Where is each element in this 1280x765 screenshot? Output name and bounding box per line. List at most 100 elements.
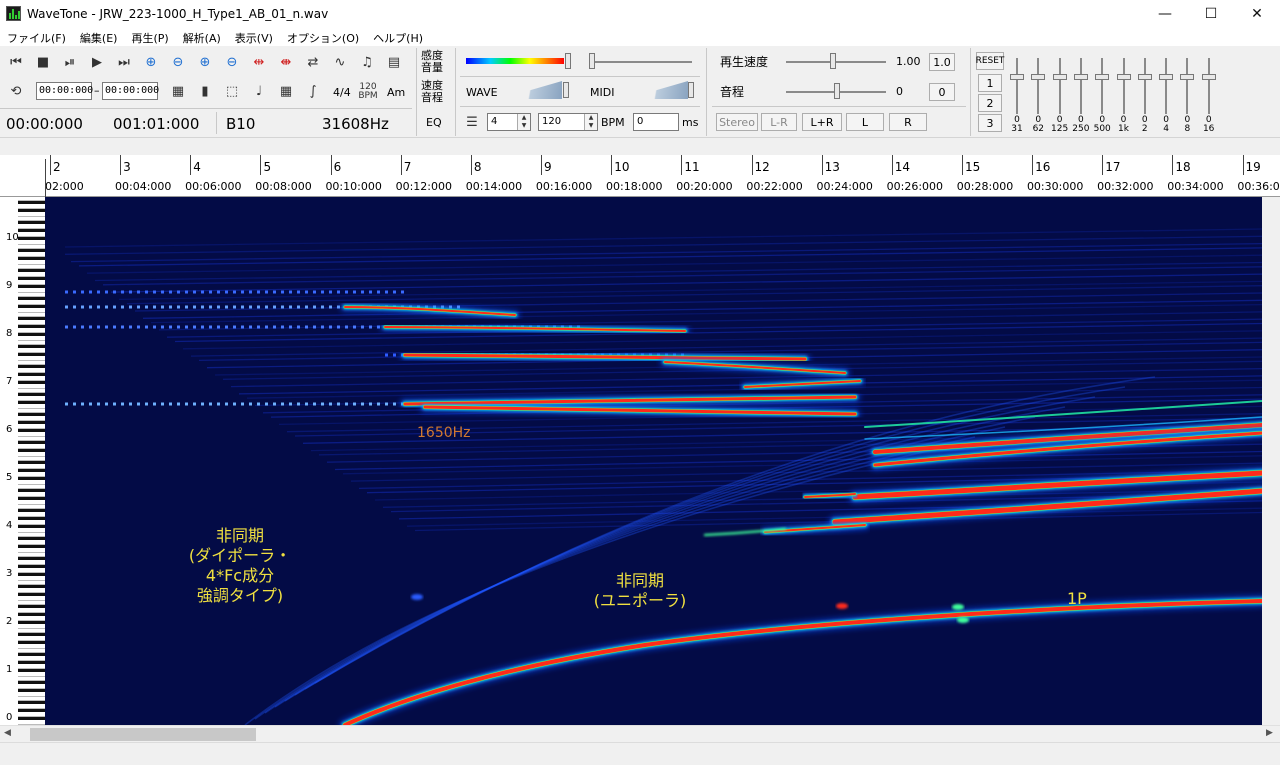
window-title: WaveTone - JRW_223-1000_H_Type1_AB_01_n.… bbox=[27, 7, 329, 21]
pitch-value: 0 bbox=[896, 85, 903, 98]
eq-slider-8[interactable] bbox=[1180, 54, 1195, 116]
vertical-scrollbar[interactable] bbox=[1262, 197, 1280, 725]
sensitivity-thumb[interactable] bbox=[565, 53, 571, 69]
ruler-tick bbox=[1032, 155, 1034, 175]
eq-slider-1k[interactable] bbox=[1116, 54, 1131, 116]
one-p-label: 1P bbox=[1067, 589, 1087, 608]
pitch-reset-button[interactable]: 0 bbox=[929, 83, 955, 101]
zoom-out-horizontal-icon[interactable]: ⊖ bbox=[167, 52, 189, 72]
wave-level-thumb[interactable] bbox=[563, 82, 569, 98]
ruler-measure-number: 18 bbox=[1175, 160, 1191, 174]
zoom-out-vertical-icon[interactable]: ⊖ bbox=[221, 52, 243, 72]
volume-thumb[interactable] bbox=[589, 53, 595, 69]
right-channel-button[interactable]: R bbox=[889, 113, 927, 131]
play-icon[interactable]: ▶ bbox=[86, 52, 108, 72]
scroll-right-icon[interactable]: ▶ bbox=[1266, 728, 1273, 738]
maximize-button[interactable]: ☐ bbox=[1188, 0, 1234, 28]
menu-view[interactable]: 表示(V) bbox=[228, 28, 280, 46]
eq-reset-button[interactable]: RESET bbox=[976, 52, 1004, 70]
ruler-measure-number: 8 bbox=[473, 160, 482, 174]
midi-level-thumb[interactable] bbox=[688, 82, 694, 98]
bpm-button[interactable]: 120 BPM bbox=[357, 83, 379, 101]
horizontal-scroll-thumb[interactable] bbox=[30, 728, 256, 741]
volume-slider-track[interactable] bbox=[590, 61, 692, 63]
rewind-icon[interactable]: ⏮ bbox=[5, 52, 27, 72]
grid-icon[interactable]: ▦ bbox=[275, 81, 297, 101]
pause-icon[interactable]: ⏯ bbox=[59, 52, 81, 72]
wavetone-window: WaveTone - JRW_223-1000_H_Type1_AB_01_n.… bbox=[0, 0, 1280, 765]
eq-slider-4[interactable] bbox=[1159, 54, 1174, 116]
ruler-measure-number: 6 bbox=[333, 160, 342, 174]
curve-icon[interactable]: ∫ bbox=[302, 81, 324, 101]
ruler-time-label: 00:10:000 bbox=[325, 180, 382, 193]
ruler-time-label: 02:000 bbox=[45, 180, 84, 193]
note-icon[interactable]: ♩ bbox=[248, 81, 270, 101]
stereo-button[interactable]: Stereo bbox=[716, 113, 758, 131]
marker-icon[interactable]: ▮ bbox=[194, 81, 216, 101]
speed-reset-button[interactable]: 1.0 bbox=[929, 53, 955, 71]
waveform-icon[interactable]: ∿ bbox=[329, 52, 351, 72]
chord-label[interactable]: Am bbox=[387, 87, 405, 99]
select-rect-icon[interactable]: ⬚ bbox=[221, 81, 243, 101]
zoom-in-horizontal-icon[interactable]: ⊕ bbox=[140, 52, 162, 72]
ruler-measure-number: 11 bbox=[684, 160, 700, 174]
menu-help[interactable]: ヘルプ(H) bbox=[366, 28, 430, 46]
eq-label: EQ bbox=[426, 116, 442, 129]
piano-keyboard[interactable]: 10 9 8 7 6 5 4 3 2 1 0 bbox=[0, 197, 45, 725]
midi-level-ramp[interactable] bbox=[626, 81, 688, 99]
eq-preset-3-button[interactable]: 3 bbox=[978, 114, 1002, 132]
offset-field[interactable]: 0 bbox=[633, 113, 679, 131]
ruler-tick bbox=[1172, 155, 1174, 175]
menu-analysis[interactable]: 解析(A) bbox=[176, 28, 228, 46]
minimize-button[interactable]: — bbox=[1142, 0, 1188, 28]
eq-slider-2[interactable] bbox=[1137, 54, 1152, 116]
menu-file[interactable]: ファイル(F) bbox=[0, 28, 73, 46]
speed-thumb[interactable] bbox=[830, 53, 836, 69]
fast-forward-icon[interactable]: ⏭ bbox=[113, 52, 135, 72]
left-channel-button[interactable]: L bbox=[846, 113, 884, 131]
eq-slider-62[interactable] bbox=[1031, 54, 1046, 116]
ruler-measure-number: 2 bbox=[53, 160, 61, 174]
menu-edit[interactable]: 編集(E) bbox=[73, 28, 125, 46]
ruler-tick bbox=[50, 155, 51, 175]
wave-level-ramp[interactable] bbox=[500, 81, 562, 99]
async-unipolar-label: 非同期 (ユニポーラ) bbox=[593, 571, 687, 610]
beat-grid-icon[interactable]: ☰ bbox=[461, 112, 483, 132]
l-minus-r-button[interactable]: L-R bbox=[761, 113, 797, 131]
ruler-measure-number: 5 bbox=[263, 160, 272, 174]
sensitivity-colorbar[interactable] bbox=[466, 58, 564, 64]
eq-preset-2-button[interactable]: 2 bbox=[978, 94, 1002, 112]
layout-icon[interactable]: ▦ bbox=[167, 81, 189, 101]
loop-end-field[interactable]: 00:00:000 bbox=[102, 82, 159, 100]
eq-slider-250[interactable] bbox=[1073, 54, 1088, 116]
spectral-spot bbox=[411, 594, 423, 600]
note-view-icon[interactable]: ♫ bbox=[356, 52, 378, 72]
spectrogram-view[interactable]: 非同期 (ダイポーラ・ 4*Fc成分 強調タイプ) 非同期 (ユニポーラ) 16… bbox=[45, 197, 1262, 725]
zoom-in-vertical-icon[interactable]: ⊕ bbox=[194, 52, 216, 72]
beat-label[interactable]: 4/4 bbox=[333, 87, 351, 99]
menu-options[interactable]: オプション(O) bbox=[280, 28, 366, 46]
score-book-icon[interactable]: ▤ bbox=[383, 52, 405, 72]
speed-slider-track[interactable] bbox=[786, 61, 886, 63]
swap-icon[interactable]: ⇄ bbox=[302, 52, 324, 72]
l-plus-r-button[interactable]: L+R bbox=[802, 113, 842, 131]
horizontal-scrollbar[interactable]: ◀ ▶ bbox=[0, 725, 1280, 742]
timeline-ruler[interactable]: 2 3 4 5 6 7 8 9 10 11 12 13 14 15 16 17 18 19 02:000 00:04:… bbox=[0, 155, 1280, 197]
expand-horizontal-icon[interactable]: ⇹ bbox=[248, 52, 270, 72]
beats-spinner[interactable]: 4 ▲ ▼ bbox=[487, 113, 531, 131]
octave-number: 4 bbox=[6, 520, 13, 531]
eq-preset-1-button[interactable]: 1 bbox=[978, 74, 1002, 92]
loop-icon[interactable]: ⟲ bbox=[5, 81, 27, 101]
bpm-spinner[interactable]: 120 ▲ ▼ bbox=[538, 113, 598, 131]
loop-start-field[interactable]: 00:00:000 bbox=[36, 82, 93, 100]
pitch-thumb[interactable] bbox=[834, 83, 840, 99]
eq-slider-125[interactable] bbox=[1052, 54, 1067, 116]
close-button[interactable]: ✕ bbox=[1234, 0, 1280, 28]
eq-slider-16[interactable] bbox=[1201, 54, 1216, 116]
scroll-left-icon[interactable]: ◀ bbox=[4, 728, 11, 738]
shrink-horizontal-icon[interactable]: ⇼ bbox=[275, 52, 297, 72]
eq-slider-31[interactable] bbox=[1010, 54, 1024, 116]
eq-slider-500[interactable] bbox=[1095, 54, 1110, 116]
stop-icon[interactable]: ■ bbox=[32, 52, 54, 72]
menu-play[interactable]: 再生(P) bbox=[124, 28, 175, 46]
